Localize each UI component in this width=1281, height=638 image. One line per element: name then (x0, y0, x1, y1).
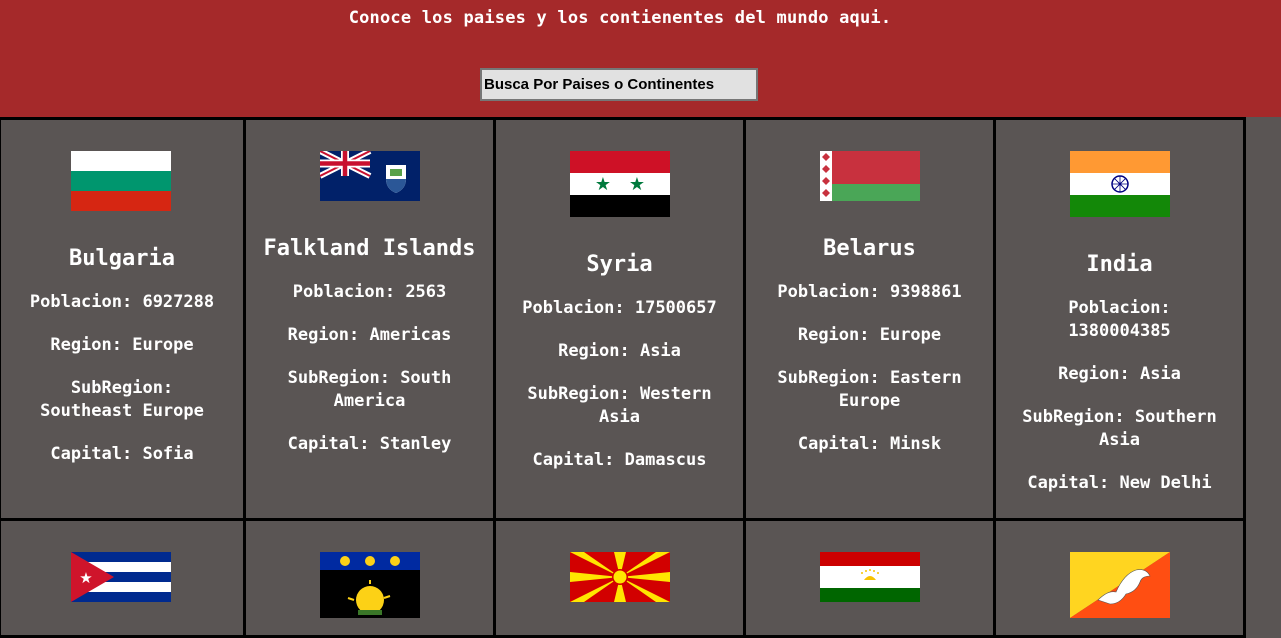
bulgaria-flag-icon (71, 151, 171, 211)
country-region: Region: Asia (558, 341, 681, 361)
country-grid: Bulgaria Poblacion: 6927288 Region: Euro… (0, 117, 1281, 638)
country-name: Falkland Islands (263, 236, 476, 261)
search-input[interactable] (480, 68, 758, 101)
country-population: Poblacion: 17500657 (522, 298, 717, 318)
country-region: Region: Asia (1058, 364, 1181, 384)
cuba-flag-icon: ★ (71, 552, 171, 602)
country-card[interactable] (993, 518, 1246, 638)
country-card-falkland-islands[interactable]: Falkland Islands Poblacion: 2563 Region:… (243, 117, 496, 523)
country-card[interactable] (493, 518, 746, 638)
country-name: Belarus (823, 236, 916, 261)
country-capital: Capital: New Delhi (1027, 473, 1212, 493)
syria-flag-icon: ★ ★ (570, 151, 670, 217)
country-population: Poblacion: 2563 (292, 282, 447, 302)
country-capital: Capital: Sofia (50, 444, 194, 464)
country-population: Poblacion: 6927288 (29, 292, 215, 312)
country-population: Poblacion: 1380004385 (1068, 298, 1171, 341)
country-subregion: SubRegion: South America (287, 368, 452, 411)
country-region: Region: Europe (797, 325, 942, 345)
country-name: Syria (586, 252, 653, 277)
country-info: Belarus Poblacion: 9398861 Region: Europ… (746, 236, 993, 456)
country-name: Bulgaria (69, 246, 175, 271)
tajikistan-flag-icon (820, 552, 920, 602)
country-region: Region: Americas (287, 325, 452, 345)
country-subregion: SubRegion: Eastern Europe (777, 368, 962, 411)
country-card-syria[interactable]: ★ ★ Syria Poblacion: 17500657 Region: As… (493, 117, 746, 523)
falkland-islands-flag-icon (320, 151, 420, 201)
guadeloupe-flag-icon (320, 552, 420, 618)
country-card-bulgaria[interactable]: Bulgaria Poblacion: 6927288 Region: Euro… (0, 117, 246, 523)
country-capital: Capital: Stanley (287, 434, 452, 454)
country-subregion: SubRegion: Western Asia (527, 384, 712, 427)
country-population: Poblacion: 9398861 (777, 282, 962, 302)
svg-text:★: ★ (595, 174, 611, 195)
country-card-india[interactable]: India Poblacion: 1380004385 Region: Asia… (993, 117, 1246, 523)
page-title: Conoce los paises y los contienentes del… (348, 8, 892, 28)
country-capital: Capital: Minsk (797, 434, 942, 454)
country-card[interactable] (243, 518, 496, 638)
belarus-flag-icon (820, 151, 920, 201)
country-info: Bulgaria Poblacion: 6927288 Region: Euro… (1, 246, 243, 466)
india-flag-icon (1070, 151, 1170, 217)
country-card[interactable] (743, 518, 996, 638)
country-info: Syria Poblacion: 17500657 Region: Asia S… (496, 252, 743, 472)
north-macedonia-flag-icon (570, 552, 670, 602)
bhutan-flag-icon (1070, 552, 1170, 618)
svg-text:★: ★ (79, 569, 92, 587)
country-capital: Capital: Damascus (532, 450, 707, 470)
country-name: India (1086, 252, 1153, 277)
country-card-belarus[interactable]: Belarus Poblacion: 9398861 Region: Europ… (743, 117, 996, 523)
country-info: India Poblacion: 1380004385 Region: Asia… (996, 252, 1243, 495)
country-subregion: SubRegion: Southeast Europe (40, 378, 204, 421)
country-info: Falkland Islands Poblacion: 2563 Region:… (246, 236, 493, 456)
page-header: Conoce los paises y los contienentes del… (0, 0, 1281, 117)
country-card[interactable]: ★ (0, 518, 246, 638)
country-subregion: SubRegion: Southern Asia (1022, 407, 1217, 450)
country-region: Region: Europe (50, 335, 194, 355)
svg-text:★: ★ (629, 174, 645, 195)
